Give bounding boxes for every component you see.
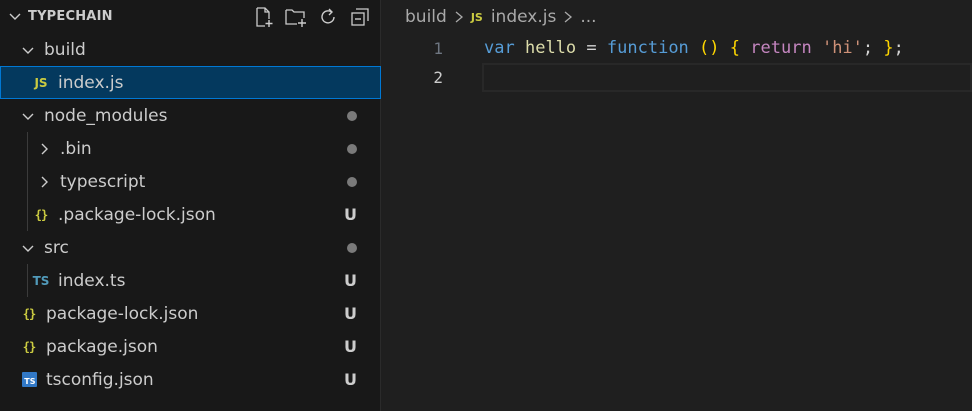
breadcrumb-file[interactable]: index.js — [491, 7, 557, 27]
line-number-gutter: 1 2 — [381, 34, 445, 92]
json-file-icon: {} — [34, 207, 48, 222]
brace-token: { — [729, 38, 741, 58]
chevron-down-icon — [20, 240, 36, 256]
tree-item-label: index.ts — [58, 270, 126, 291]
string-token: 'hi' — [821, 38, 863, 58]
git-status-decoration — [347, 132, 357, 165]
json-file-icon: {} — [22, 339, 36, 354]
indent-guide — [27, 198, 28, 231]
untracked-badge: U — [344, 304, 357, 323]
identifier-token: hello — [524, 38, 577, 58]
tree-item-node-modules[interactable]: node_modules — [0, 99, 381, 132]
code-area[interactable]: var hello = function () { return 'hi'; }… — [482, 34, 972, 92]
tree-item-label: src — [44, 237, 69, 258]
chevron-down-icon — [20, 42, 36, 58]
tree-item-label: index.js — [58, 72, 124, 93]
explorer-actions — [251, 4, 373, 30]
chevron-right-icon — [562, 10, 574, 24]
git-status-decoration — [347, 231, 357, 264]
line-number: 2 — [433, 68, 443, 87]
tree-item-label: tsconfig.json — [46, 369, 154, 390]
chevron-down-icon — [20, 108, 36, 124]
tree-item-src[interactable]: src — [0, 231, 381, 264]
untracked-badge: U — [344, 271, 357, 290]
tree-item-package-json[interactable]: {} package.json U — [0, 330, 381, 363]
code-line[interactable]: var hello = function () { return 'hi'; }… — [484, 34, 972, 63]
javascript-file-icon: JS — [470, 10, 483, 24]
tree-item-typescript[interactable]: typescript — [0, 165, 381, 198]
modified-dot-icon — [347, 242, 357, 253]
breadcrumb: build JS index.js ... — [405, 6, 597, 28]
breadcrumb-folder[interactable]: build — [405, 7, 447, 27]
git-status-decoration: U — [344, 264, 357, 297]
explorer-sidebar: TYPECHAIN build JS index.js node_modules… — [0, 0, 381, 411]
untracked-badge: U — [344, 337, 357, 356]
current-line-highlight[interactable] — [482, 63, 972, 92]
indent-guide — [27, 165, 28, 198]
tree-item-label: package-lock.json — [46, 303, 199, 324]
keyword-token: return — [750, 38, 812, 58]
collapse-all-icon[interactable] — [347, 4, 373, 30]
chevron-right-icon — [36, 174, 52, 190]
paren-token: () — [699, 38, 720, 58]
chevron-right-icon — [453, 10, 465, 24]
modified-dot-icon — [347, 176, 357, 187]
tree-item-dot-package-lock-json[interactable]: {} .package-lock.json U — [0, 198, 381, 231]
git-status-decoration: U — [344, 363, 357, 396]
vscode-window: TYPECHAIN build JS index.js node_modules… — [0, 0, 972, 411]
brace-token: } — [883, 38, 894, 58]
tree-item-label: typescript — [60, 171, 146, 192]
git-status-decoration — [347, 99, 357, 132]
untracked-badge: U — [344, 370, 357, 389]
indent-guide — [27, 132, 28, 165]
explorer-header[interactable]: TYPECHAIN — [0, 0, 381, 33]
chevron-right-icon — [36, 141, 52, 157]
file-tree: build JS index.js node_modules .bin type… — [0, 33, 381, 396]
tree-item-label: node_modules — [44, 105, 168, 126]
chevron-down-icon[interactable] — [7, 8, 23, 24]
modified-dot-icon — [347, 143, 357, 154]
indent-guide — [27, 264, 28, 297]
tree-item-package-lock-json[interactable]: {} package-lock.json U — [0, 297, 381, 330]
tree-item-label: package.json — [46, 336, 158, 357]
tree-item-label: build — [44, 39, 86, 60]
new-file-icon[interactable] — [251, 4, 277, 30]
typescript-file-icon: TS — [32, 273, 50, 288]
line-number: 1 — [433, 39, 443, 58]
tree-item-index-ts[interactable]: TS index.ts U — [0, 264, 381, 297]
explorer-title: TYPECHAIN — [28, 9, 113, 24]
javascript-file-icon: JS — [34, 75, 48, 90]
new-folder-icon[interactable] — [283, 4, 309, 30]
tree-item-label: .package-lock.json — [58, 204, 216, 225]
modified-dot-icon — [347, 110, 357, 121]
git-status-decoration — [347, 165, 357, 198]
tree-item-bin[interactable]: .bin — [0, 132, 381, 165]
tree-item-index-js[interactable]: JS index.js — [0, 66, 381, 99]
breadcrumb-more[interactable]: ... — [580, 7, 596, 27]
tsconfig-badge: TS — [21, 372, 37, 387]
tree-item-build[interactable]: build — [0, 33, 381, 66]
keyword-token: var — [484, 38, 515, 58]
keyword-token: function — [606, 38, 689, 58]
untracked-badge: U — [344, 205, 357, 224]
tree-item-tsconfig-json[interactable]: TS tsconfig.json U — [0, 363, 381, 396]
punctuation-token: ; — [862, 38, 874, 58]
editor-pane[interactable]: build JS index.js ... 1 2 var hello = fu… — [381, 0, 972, 411]
refresh-icon[interactable] — [315, 4, 341, 30]
punctuation-token: ; — [893, 38, 904, 58]
operator-token: = — [586, 38, 597, 58]
tree-item-label: .bin — [60, 138, 92, 159]
git-status-decoration: U — [344, 198, 357, 231]
json-file-icon: {} — [22, 306, 36, 321]
git-status-decoration: U — [344, 330, 357, 363]
tsconfig-file-icon: TS — [18, 372, 40, 387]
git-status-decoration: U — [344, 297, 357, 330]
